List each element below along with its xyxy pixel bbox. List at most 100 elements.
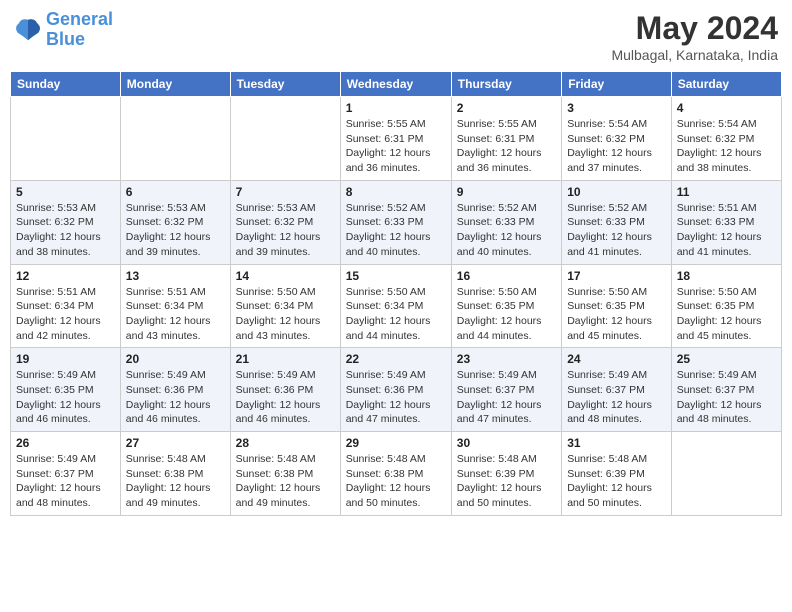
logo-icon (14, 16, 42, 44)
day-number: 31 (567, 436, 666, 450)
day-info: Sunrise: 5:49 AM Sunset: 6:37 PM Dayligh… (677, 368, 776, 427)
col-header-friday: Friday (562, 72, 672, 97)
day-info: Sunrise: 5:55 AM Sunset: 6:31 PM Dayligh… (346, 117, 446, 176)
logo: General Blue (14, 10, 113, 50)
logo-line2: Blue (46, 30, 113, 50)
day-info: Sunrise: 5:54 AM Sunset: 6:32 PM Dayligh… (567, 117, 666, 176)
day-info: Sunrise: 5:49 AM Sunset: 6:36 PM Dayligh… (126, 368, 225, 427)
day-info: Sunrise: 5:53 AM Sunset: 6:32 PM Dayligh… (236, 201, 335, 260)
day-info: Sunrise: 5:49 AM Sunset: 6:37 PM Dayligh… (16, 452, 115, 511)
calendar-cell: 20 Sunrise: 5:49 AM Sunset: 6:36 PM Dayli… (120, 348, 230, 432)
day-number: 16 (457, 269, 556, 283)
col-header-monday: Monday (120, 72, 230, 97)
day-number: 18 (677, 269, 776, 283)
day-number: 2 (457, 101, 556, 115)
calendar-cell: 12 Sunrise: 5:51 AM Sunset: 6:34 PM Dayli… (11, 264, 121, 348)
day-number: 13 (126, 269, 225, 283)
day-info: Sunrise: 5:52 AM Sunset: 6:33 PM Dayligh… (346, 201, 446, 260)
day-number: 24 (567, 352, 666, 366)
day-info: Sunrise: 5:50 AM Sunset: 6:34 PM Dayligh… (236, 285, 335, 344)
day-number: 21 (236, 352, 335, 366)
calendar-cell: 5Sunrise: 5:53 AM Sunset: 6:32 PM Daylig… (11, 180, 121, 264)
calendar-cell: 29 Sunrise: 5:48 AM Sunset: 6:38 PM Dayli… (340, 432, 451, 516)
calendar-cell: 15Sunrise: 5:50 AM Sunset: 6:34 PM Dayli… (340, 264, 451, 348)
day-number: 25 (677, 352, 776, 366)
calendar-cell: 21 Sunrise: 5:49 AM Sunset: 6:36 PM Dayli… (230, 348, 340, 432)
calendar-cell: 17 Sunrise: 5:50 AM Sunset: 6:35 PM Dayli… (562, 264, 672, 348)
col-header-sunday: Sunday (11, 72, 121, 97)
calendar-cell: 6Sunrise: 5:53 AM Sunset: 6:32 PM Daylig… (120, 180, 230, 264)
calendar-cell: 16Sunrise: 5:50 AM Sunset: 6:35 PM Dayli… (451, 264, 561, 348)
calendar-cell: 31Sunrise: 5:48 AM Sunset: 6:39 PM Dayli… (562, 432, 672, 516)
day-info: Sunrise: 5:48 AM Sunset: 6:39 PM Dayligh… (457, 452, 556, 511)
day-number: 7 (236, 185, 335, 199)
calendar-cell: 25 Sunrise: 5:49 AM Sunset: 6:37 PM Dayli… (671, 348, 781, 432)
day-info: Sunrise: 5:50 AM Sunset: 6:35 PM Dayligh… (677, 285, 776, 344)
day-number: 22 (346, 352, 446, 366)
day-info: Sunrise: 5:52 AM Sunset: 6:33 PM Dayligh… (567, 201, 666, 260)
day-info: Sunrise: 5:51 AM Sunset: 6:34 PM Dayligh… (126, 285, 225, 344)
calendar-cell: 10 Sunrise: 5:52 AM Sunset: 6:33 PM Dayli… (562, 180, 672, 264)
location-subtitle: Mulbagal, Karnataka, India (611, 47, 778, 63)
calendar-cell: 13 Sunrise: 5:51 AM Sunset: 6:34 PM Dayli… (120, 264, 230, 348)
calendar-cell (671, 432, 781, 516)
calendar-header-row: SundayMondayTuesdayWednesdayThursdayFrid… (11, 72, 782, 97)
calendar-cell: 22 Sunrise: 5:49 AM Sunset: 6:36 PM Dayli… (340, 348, 451, 432)
day-number: 5 (16, 185, 115, 199)
day-info: Sunrise: 5:49 AM Sunset: 6:35 PM Dayligh… (16, 368, 115, 427)
calendar-cell (11, 97, 121, 181)
day-number: 3 (567, 101, 666, 115)
calendar-cell: 27 Sunrise: 5:48 AM Sunset: 6:38 PM Dayli… (120, 432, 230, 516)
calendar-cell: 23 Sunrise: 5:49 AM Sunset: 6:37 PM Dayli… (451, 348, 561, 432)
calendar-cell (120, 97, 230, 181)
day-number: 27 (126, 436, 225, 450)
title-block: May 2024 Mulbagal, Karnataka, India (611, 10, 778, 63)
calendar-cell: 26 Sunrise: 5:49 AM Sunset: 6:37 PM Dayli… (11, 432, 121, 516)
day-info: Sunrise: 5:48 AM Sunset: 6:38 PM Dayligh… (236, 452, 335, 511)
logo-text: General Blue (46, 10, 113, 50)
logo-line1: General (46, 9, 113, 29)
day-number: 19 (16, 352, 115, 366)
calendar-cell: 7 Sunrise: 5:53 AM Sunset: 6:32 PM Daylig… (230, 180, 340, 264)
col-header-saturday: Saturday (671, 72, 781, 97)
calendar-cell: 30Sunrise: 5:48 AM Sunset: 6:39 PM Dayli… (451, 432, 561, 516)
day-number: 8 (346, 185, 446, 199)
day-number: 11 (677, 185, 776, 199)
day-number: 4 (677, 101, 776, 115)
day-info: Sunrise: 5:49 AM Sunset: 6:36 PM Dayligh… (346, 368, 446, 427)
day-info: Sunrise: 5:48 AM Sunset: 6:38 PM Dayligh… (346, 452, 446, 511)
calendar-cell (230, 97, 340, 181)
day-number: 23 (457, 352, 556, 366)
calendar-cell: 3 Sunrise: 5:54 AM Sunset: 6:32 PM Daylig… (562, 97, 672, 181)
col-header-wednesday: Wednesday (340, 72, 451, 97)
calendar-cell: 19 Sunrise: 5:49 AM Sunset: 6:35 PM Dayli… (11, 348, 121, 432)
col-header-tuesday: Tuesday (230, 72, 340, 97)
day-info: Sunrise: 5:49 AM Sunset: 6:37 PM Dayligh… (457, 368, 556, 427)
day-number: 10 (567, 185, 666, 199)
day-number: 17 (567, 269, 666, 283)
day-info: Sunrise: 5:49 AM Sunset: 6:37 PM Dayligh… (567, 368, 666, 427)
day-number: 15 (346, 269, 446, 283)
day-number: 20 (126, 352, 225, 366)
day-info: Sunrise: 5:49 AM Sunset: 6:36 PM Dayligh… (236, 368, 335, 427)
col-header-thursday: Thursday (451, 72, 561, 97)
day-info: Sunrise: 5:48 AM Sunset: 6:38 PM Dayligh… (126, 452, 225, 511)
calendar-cell: 14Sunrise: 5:50 AM Sunset: 6:34 PM Dayli… (230, 264, 340, 348)
day-number: 29 (346, 436, 446, 450)
day-info: Sunrise: 5:51 AM Sunset: 6:34 PM Dayligh… (16, 285, 115, 344)
page-header: General Blue May 2024 Mulbagal, Karnatak… (10, 10, 782, 63)
calendar-cell: 2Sunrise: 5:55 AM Sunset: 6:31 PM Daylig… (451, 97, 561, 181)
calendar-cell: 8 Sunrise: 5:52 AM Sunset: 6:33 PM Daylig… (340, 180, 451, 264)
calendar-cell: 24 Sunrise: 5:49 AM Sunset: 6:37 PM Dayli… (562, 348, 672, 432)
month-title: May 2024 (611, 10, 778, 47)
calendar-week-3: 12 Sunrise: 5:51 AM Sunset: 6:34 PM Dayli… (11, 264, 782, 348)
calendar-week-1: 1Sunrise: 5:55 AM Sunset: 6:31 PM Daylig… (11, 97, 782, 181)
calendar-week-2: 5 Sunrise: 5:53 AM Sunset: 6:32 PM Daylig… (11, 180, 782, 264)
day-number: 12 (16, 269, 115, 283)
calendar-cell: 28Sunrise: 5:48 AM Sunset: 6:38 PM Dayli… (230, 432, 340, 516)
calendar-cell: 1Sunrise: 5:55 AM Sunset: 6:31 PM Daylig… (340, 97, 451, 181)
calendar-cell: 18 Sunrise: 5:50 AM Sunset: 6:35 PM Dayli… (671, 264, 781, 348)
day-info: Sunrise: 5:50 AM Sunset: 6:35 PM Dayligh… (567, 285, 666, 344)
day-number: 26 (16, 436, 115, 450)
day-info: Sunrise: 5:54 AM Sunset: 6:32 PM Dayligh… (677, 117, 776, 176)
